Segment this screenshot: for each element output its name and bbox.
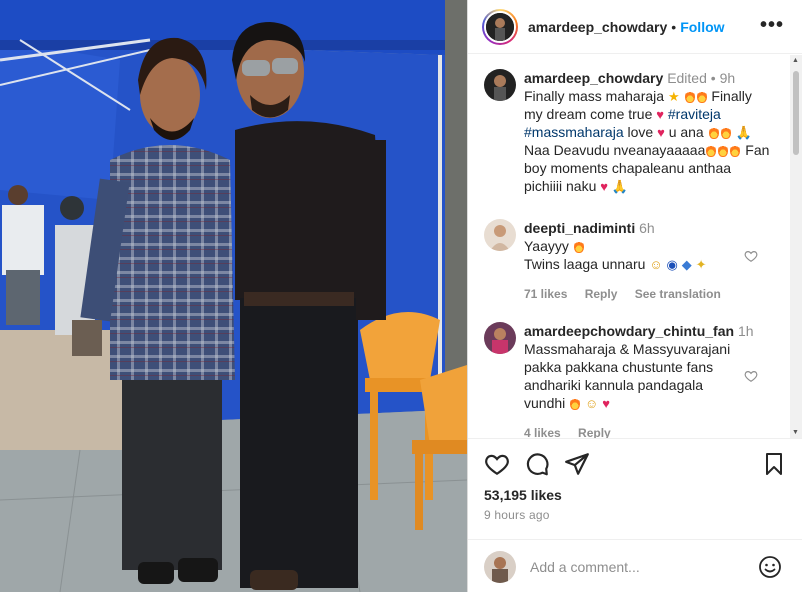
fire-emoji-icon (696, 89, 707, 103)
caption-text-2: my dream come true (524, 106, 653, 122)
comment-like-heart-icon[interactable] (744, 249, 758, 263)
fire-emoji-icon (706, 143, 717, 157)
share-paper-plane-icon[interactable] (564, 451, 590, 477)
post-timestamp[interactable]: 9 hours ago (484, 508, 550, 522)
avatar-image (486, 12, 514, 41)
star-emoji-icon: ★ (667, 89, 680, 104)
caption-text-1: Finally mass maharaja (524, 88, 665, 104)
comment-actions: 71 likes Reply See translation (524, 285, 782, 303)
comment-time[interactable]: 1h (738, 323, 754, 339)
red-heart-emoji-icon: ♥ (657, 125, 665, 140)
post-photo[interactable] (0, 0, 467, 592)
comment-text-1: Yaayyy (524, 238, 569, 254)
avatar-image (484, 322, 516, 354)
red-heart-emoji-icon: ♥ (602, 396, 610, 411)
author-username[interactable]: amardeep_chowdary (528, 19, 667, 35)
comment-like-heart-icon[interactable] (744, 369, 758, 383)
comment-text-2: Twins laaga unnaru (524, 256, 646, 272)
likes-count[interactable]: 53,195 likes (484, 487, 562, 503)
follow-button[interactable]: Follow (680, 19, 724, 35)
comment-username[interactable]: deepti_nadiminti (524, 220, 635, 236)
fire-emoji-icon (708, 125, 719, 139)
caption-text-4: Naa Deavudu nveanayaaaaa (524, 142, 706, 158)
comment-text-2: pakka pakkana chustunte fans (524, 359, 714, 375)
comment-bubble-icon[interactable] (524, 451, 550, 477)
star-struck-emoji-icon: ☺ (585, 396, 599, 411)
reply-button[interactable]: Reply (578, 426, 611, 438)
separator-dot: • (671, 18, 677, 35)
comment-likes[interactable]: 71 likes (524, 287, 567, 301)
caption-text-5: boy moments chapaleanu anthaa (524, 160, 732, 176)
action-bar (484, 451, 786, 479)
story-ring[interactable] (482, 8, 518, 45)
scroll-down-icon[interactable]: ▼ (792, 429, 799, 436)
caption-text-3b: u ana (668, 124, 704, 140)
caption-text-1b: Finally (711, 88, 752, 104)
comment-item: deepti_nadiminti 6h Yaayyy Twins laaga u… (484, 219, 782, 303)
comment-actions: 4 likes Reply (524, 424, 782, 438)
emoji-smile-icon[interactable] (758, 555, 782, 579)
reply-button[interactable]: Reply (585, 287, 618, 301)
fire-emoji-icon (570, 396, 581, 410)
avatar[interactable] (484, 10, 516, 43)
red-heart-emoji-icon: ♥ (656, 107, 664, 122)
avatar-image (484, 69, 516, 101)
caption: amardeep_chowdary Edited • 9h Finally ma… (484, 69, 782, 195)
hashtag-link[interactable]: #massmaharaja (524, 124, 624, 140)
star-struck-emoji-icon: ☺ (649, 257, 663, 272)
comments-list[interactable]: amardeep_chowdary Edited • 9h Finally ma… (468, 55, 790, 438)
caption-text-3a: love (627, 124, 654, 140)
fish-emoji-icon: ◆ (681, 257, 692, 272)
caption-time[interactable]: 9h (720, 70, 736, 86)
like-heart-icon[interactable] (484, 451, 510, 477)
comment-likes[interactable]: 4 likes (524, 426, 561, 438)
see-translation-button[interactable]: See translation (635, 287, 721, 301)
comment-username[interactable]: amardeepchowdary_chintu_fan (524, 323, 734, 339)
folded-hands-emoji-icon: 🙏 (735, 125, 752, 140)
caption-text-4b: Fan (745, 142, 770, 158)
fire-emoji-icon (573, 239, 584, 253)
avatar[interactable] (484, 219, 516, 251)
fire-emoji-icon (730, 143, 741, 157)
comment-text-4: vundhi (524, 395, 566, 411)
scroll-up-icon[interactable]: ▲ (792, 57, 799, 64)
caption-username[interactable]: amardeep_chowdary (524, 70, 663, 86)
fire-emoji-icon (718, 143, 729, 157)
comments-scrollbar[interactable]: ▲ ▼ (790, 55, 802, 438)
post-header: amardeep_chowdary • Follow ••• (468, 0, 802, 54)
photo-illustration (0, 0, 467, 592)
post-footer: 53,195 likes 9 hours ago (468, 438, 802, 593)
evil-eye-emoji-icon: ◉ (666, 257, 678, 272)
separator-dot: • (710, 70, 716, 86)
avatar[interactable] (484, 69, 516, 101)
scrollbar-thumb[interactable] (793, 71, 799, 155)
sparkles-emoji-icon: ✦ (695, 257, 707, 272)
hashtag-link[interactable]: #raviteja (668, 106, 721, 122)
avatar[interactable] (484, 322, 516, 354)
comment-text-1: Massmaharaja & Massyuvarajani (524, 341, 731, 357)
caption-text-6: pichiiii naku (524, 178, 597, 194)
fire-emoji-icon (720, 125, 731, 139)
comment-text-3: andhariki kannula pandagala (524, 377, 704, 393)
folded-hands-emoji-icon: 🙏 (611, 179, 629, 194)
add-comment-input[interactable] (528, 557, 752, 576)
more-horizontal-icon[interactable]: ••• (760, 14, 784, 37)
edited-label: Edited (667, 70, 707, 86)
avatar (484, 550, 516, 583)
comment-item: amardeepchowdary_chintu_fan 1h Massmahar… (484, 322, 782, 438)
add-comment-bar (468, 539, 802, 593)
post-panel: amardeep_chowdary • Follow ••• amardeep_… (467, 0, 802, 592)
avatar-image (484, 219, 516, 251)
comment-time[interactable]: 6h (639, 220, 655, 236)
avatar-image (484, 550, 516, 583)
red-heart-emoji-icon: ♥ (600, 179, 608, 194)
save-bookmark-icon[interactable] (762, 451, 786, 477)
fire-emoji-icon (684, 89, 695, 103)
